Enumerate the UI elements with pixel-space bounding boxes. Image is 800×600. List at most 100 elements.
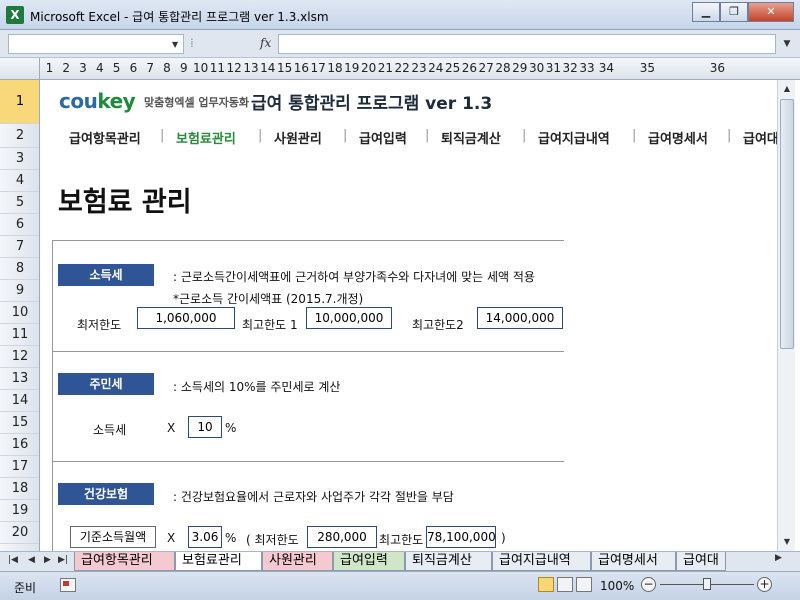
row-header[interactable]: 12: [0, 346, 39, 368]
row-header[interactable]: 18: [0, 478, 39, 500]
insert-function-icon[interactable]: fx: [260, 36, 271, 50]
page-break-view-icon[interactable]: [576, 577, 592, 592]
column-header[interactable]: 22: [394, 58, 411, 79]
row-header[interactable]: 11: [0, 324, 39, 346]
row-header[interactable]: 1: [0, 80, 39, 124]
column-header[interactable]: 26: [461, 58, 478, 79]
page-layout-view-icon[interactable]: [557, 577, 573, 592]
worksheet[interactable]: coukey 맞춤형엑셀 업무자동화 급여 통합관리 프로그램 ver 1.3 …: [41, 80, 777, 551]
income-tax-max1-value[interactable]: 10,000,000: [306, 307, 392, 329]
expand-formula-bar-icon[interactable]: ▼: [778, 34, 796, 54]
restore-button[interactable]: ❐: [720, 2, 748, 22]
sheet-tab[interactable]: 급여대: [676, 552, 726, 571]
row-header[interactable]: 6: [0, 214, 39, 236]
row-header[interactable]: 16: [0, 434, 39, 456]
sheet-tab[interactable]: 보험료관리: [175, 552, 262, 571]
row-header[interactable]: 2: [0, 124, 39, 148]
column-header[interactable]: 6: [125, 58, 142, 79]
sheet-tab[interactable]: 퇴직금계산: [405, 552, 492, 571]
zoom-in-icon[interactable]: +: [757, 577, 772, 592]
column-header[interactable]: 12: [226, 58, 243, 79]
excel-app-icon[interactable]: X: [6, 6, 24, 24]
column-header[interactable]: 20: [360, 58, 377, 79]
column-header[interactable]: 5: [108, 58, 125, 79]
column-header[interactable]: 32: [562, 58, 579, 79]
column-header[interactable]: 35: [617, 58, 677, 79]
close-button[interactable]: ✕: [748, 2, 794, 22]
column-header[interactable]: 19: [343, 58, 360, 79]
column-header[interactable]: 16: [293, 58, 310, 79]
column-header[interactable]: 31: [545, 58, 562, 79]
normal-view-icon[interactable]: [538, 577, 554, 592]
column-header[interactable]: 15: [276, 58, 293, 79]
column-header[interactable]: 8: [159, 58, 176, 79]
menu-item[interactable]: 급여명세서: [648, 128, 708, 147]
menu-item[interactable]: 급여항목관리: [69, 128, 141, 147]
menu-item[interactable]: 급여입력: [359, 128, 407, 147]
menu-item[interactable]: 보험료관리: [176, 128, 236, 147]
scroll-up-icon[interactable]: ▲: [779, 81, 795, 97]
income-tax-max2-value[interactable]: 14,000,000: [477, 307, 563, 329]
menu-item[interactable]: 급여대: [743, 128, 777, 147]
column-header[interactable]: 7: [142, 58, 159, 79]
column-header[interactable]: 23: [411, 58, 428, 79]
vertical-scrollbar[interactable]: ▲ ▼: [777, 80, 795, 551]
column-header[interactable]: 18: [327, 58, 344, 79]
column-header[interactable]: 1: [41, 58, 58, 79]
row-header[interactable]: 10: [0, 302, 39, 324]
sheet-tab[interactable]: 급여입력: [333, 552, 405, 571]
menu-item[interactable]: 사원관리: [274, 128, 322, 147]
zoom-level[interactable]: 100%: [600, 579, 634, 593]
column-header[interactable]: 21: [377, 58, 394, 79]
scrollbar-thumb[interactable]: [780, 99, 794, 349]
health-insurance-rate[interactable]: 3.06: [188, 526, 222, 548]
column-header[interactable]: 34: [595, 58, 617, 79]
last-sheet-icon[interactable]: ▶|: [58, 555, 68, 565]
column-header[interactable]: 33: [579, 58, 596, 79]
zoom-out-icon[interactable]: −: [641, 577, 656, 592]
column-header[interactable]: 14: [259, 58, 276, 79]
menu-item[interactable]: 퇴직금계산: [441, 128, 501, 147]
column-header[interactable]: 3: [75, 58, 92, 79]
row-header[interactable]: 20: [0, 522, 39, 544]
column-header[interactable]: 28: [495, 58, 512, 79]
minimize-button[interactable]: ▁: [692, 2, 720, 22]
column-header[interactable]: 4: [91, 58, 108, 79]
row-header[interactable]: 14: [0, 390, 39, 412]
tab-scroll-right-icon[interactable]: ▶: [775, 553, 795, 570]
column-header[interactable]: 27: [478, 58, 495, 79]
health-max-value[interactable]: 78,100,000: [426, 526, 496, 548]
row-header[interactable]: 13: [0, 368, 39, 390]
row-header[interactable]: 7: [0, 236, 39, 258]
column-header[interactable]: 30: [528, 58, 545, 79]
formula-input[interactable]: [278, 34, 776, 54]
row-header[interactable]: 19: [0, 500, 39, 522]
column-header[interactable]: 9: [175, 58, 192, 79]
first-sheet-icon[interactable]: |◀: [8, 555, 18, 565]
row-header[interactable]: 15: [0, 412, 39, 434]
income-tax-min-value[interactable]: 1,060,000: [137, 307, 235, 329]
column-header[interactable]: 24: [427, 58, 444, 79]
zoom-slider-thumb[interactable]: [703, 578, 711, 590]
column-header[interactable]: 10: [192, 58, 209, 79]
row-header[interactable]: 5: [0, 192, 39, 214]
record-macro-icon[interactable]: [60, 578, 76, 592]
scroll-down-icon[interactable]: ▼: [779, 534, 795, 550]
column-header[interactable]: 25: [444, 58, 461, 79]
column-header[interactable]: 29: [511, 58, 528, 79]
row-header[interactable]: 17: [0, 456, 39, 478]
select-all-corner[interactable]: [0, 58, 40, 79]
row-header[interactable]: 8: [0, 258, 39, 280]
column-header[interactable]: 2: [58, 58, 75, 79]
health-min-value[interactable]: 280,000: [307, 526, 377, 548]
row-header[interactable]: 4: [0, 170, 39, 192]
next-sheet-icon[interactable]: ▶: [44, 555, 51, 565]
sheet-tab[interactable]: 급여지급내역: [492, 552, 591, 571]
name-box[interactable]: [8, 34, 184, 54]
prev-sheet-icon[interactable]: ◀: [28, 555, 35, 565]
column-header[interactable]: 36: [677, 58, 757, 79]
sheet-tab[interactable]: 급여항목관리: [74, 552, 175, 571]
row-header[interactable]: 9: [0, 280, 39, 302]
sheet-tab[interactable]: 사원관리: [262, 552, 333, 571]
sheet-tab[interactable]: 급여명세서: [591, 552, 676, 571]
